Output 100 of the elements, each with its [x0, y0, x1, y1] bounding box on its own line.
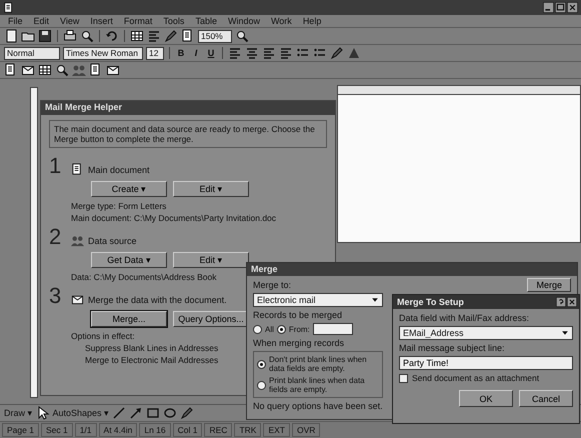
status-item: Page 1 [2, 423, 39, 437]
step-button[interactable]: Query Options... [173, 311, 249, 328]
step-button[interactable]: Get Data ▾ [91, 252, 167, 268]
status-item: 1/1 [74, 423, 97, 437]
dropdown-arrow-icon[interactable] [561, 329, 569, 337]
search-icon[interactable] [80, 29, 94, 43]
field-label: Merge to: [253, 280, 292, 290]
people-icon [71, 234, 84, 248]
pen-icon[interactable] [180, 406, 194, 420]
format-button[interactable]: I [190, 48, 202, 58]
status-item: TRK [234, 423, 262, 437]
format-button[interactable]: B [175, 48, 187, 58]
document-icon [71, 163, 84, 176]
close-icon[interactable] [567, 2, 578, 13]
radio-label: From: [288, 324, 310, 334]
dropdown-arrow-icon[interactable] [371, 296, 379, 304]
merge-button[interactable]: Merge [527, 278, 571, 292]
minimize-icon[interactable] [543, 2, 554, 13]
radio-button[interactable] [253, 324, 262, 334]
save-icon[interactable] [38, 29, 52, 43]
field-label: Data field with Mail/Fax address: [399, 313, 530, 323]
align-left-icon[interactable] [228, 46, 242, 60]
step-heading: Merge the data with the document. [88, 294, 227, 305]
rectangle-icon[interactable] [146, 406, 160, 420]
oval-icon[interactable] [163, 406, 178, 420]
from-field[interactable] [312, 323, 353, 335]
menu-item[interactable]: Tools [159, 16, 188, 26]
font-dropdown[interactable]: Times New Roman [63, 46, 143, 60]
checkbox-label: Send document as an attachment [412, 373, 540, 383]
dropdown-value: EMail_Address [403, 328, 464, 338]
status-item: OVR [292, 423, 320, 437]
menu-item[interactable]: Table [191, 16, 221, 26]
font-size-dropdown[interactable]: 12 [146, 46, 164, 60]
menu-item[interactable]: Help [298, 16, 326, 26]
radio-label: Don't print blank lines when data fields are empty. [269, 355, 368, 373]
arrow-icon[interactable] [129, 406, 144, 420]
dialog-button[interactable]: Cancel [519, 390, 573, 407]
step-number: 2 [49, 226, 62, 252]
radio-label: Print blank lines when data fields are empty. [269, 376, 366, 394]
style-dropdown[interactable]: Normal [4, 46, 60, 60]
step-info: Main document: C:\My Documents\Party Invitation.doc [71, 213, 276, 224]
maximize-icon[interactable] [555, 2, 566, 13]
autoshapes-menu[interactable]: AutoShapes ▾ [52, 408, 110, 418]
group-label: When merging records [253, 338, 346, 348]
envelope-icon[interactable] [21, 63, 35, 77]
status-item: Sec 1 [40, 423, 73, 437]
search-icon[interactable] [55, 63, 69, 77]
zoom-dropdown[interactable]: 150% [198, 30, 232, 42]
menu-item[interactable]: Work [266, 16, 296, 26]
group-label: Records to be merged [253, 310, 344, 320]
status-item: Ln 16 [139, 423, 171, 437]
step-button[interactable]: Edit ▾ [173, 181, 249, 198]
option-text: Suppress Blank Lines in Addresses [85, 343, 218, 354]
align-center-icon[interactable] [245, 46, 259, 60]
menu-item[interactable]: Window [224, 16, 264, 26]
pointer-icon[interactable] [36, 406, 50, 420]
table-icon[interactable] [130, 29, 144, 43]
radio-button[interactable] [276, 324, 286, 334]
menu-item[interactable]: Insert [86, 16, 117, 26]
status-item: REC [204, 423, 232, 437]
format-button[interactable]: U [205, 48, 217, 58]
radio-button[interactable] [257, 380, 266, 390]
option-text: Merge to Electronic Mail Addresses [85, 355, 218, 366]
dialog-button[interactable]: OK [459, 390, 513, 407]
app-icon [3, 2, 15, 14]
status-item: Col 1 [172, 423, 202, 437]
step-heading: Data source [88, 236, 137, 246]
step-button[interactable]: Create ▾ [91, 181, 167, 198]
new-document-icon[interactable] [4, 29, 18, 43]
line-icon[interactable] [112, 406, 126, 420]
dialog-title: Merge To Setup [397, 297, 464, 307]
pen-icon[interactable] [164, 29, 178, 43]
step-number: 3 [49, 285, 62, 310]
step-info: Options in effect: [71, 331, 135, 342]
step-button[interactable]: Merge... [91, 311, 167, 328]
envelope-icon [71, 293, 84, 306]
dropdown-value: Electronic mail [257, 295, 316, 305]
dialog-title: Mail Merge Helper [41, 101, 335, 115]
checkbox[interactable] [399, 374, 408, 382]
printer-icon[interactable] [63, 29, 77, 43]
address-field-dropdown[interactable]: EMail_Address [399, 326, 573, 340]
step-button[interactable]: Edit ▾ [173, 252, 249, 268]
subject-field[interactable]: Party Time! [399, 356, 573, 370]
step-number: 1 [49, 155, 62, 180]
step-info: Data: C:\My Documents\Address Book [71, 272, 217, 282]
status-note: No query options have been set. [253, 401, 383, 411]
undo-icon[interactable] [105, 29, 119, 43]
radio-button[interactable] [257, 360, 266, 368]
instruction-text: The main document and data source are ready to merge. Choose the Merge button to complete the merge. [49, 120, 327, 148]
draw-menu[interactable]: Draw ▾ [4, 408, 33, 418]
menu-item[interactable]: Format [120, 16, 156, 26]
step-heading: Main document [88, 164, 150, 175]
menu-item[interactable]: Edit [30, 16, 54, 26]
menu-item[interactable]: File [4, 16, 27, 26]
merge-to-dropdown[interactable]: Electronic mail [253, 293, 383, 307]
close-icon[interactable] [567, 297, 577, 307]
radio-label: All [265, 324, 274, 334]
menu-item[interactable]: View [56, 16, 84, 26]
status-item: At 4.4in [98, 423, 138, 437]
table-icon[interactable] [38, 63, 52, 77]
